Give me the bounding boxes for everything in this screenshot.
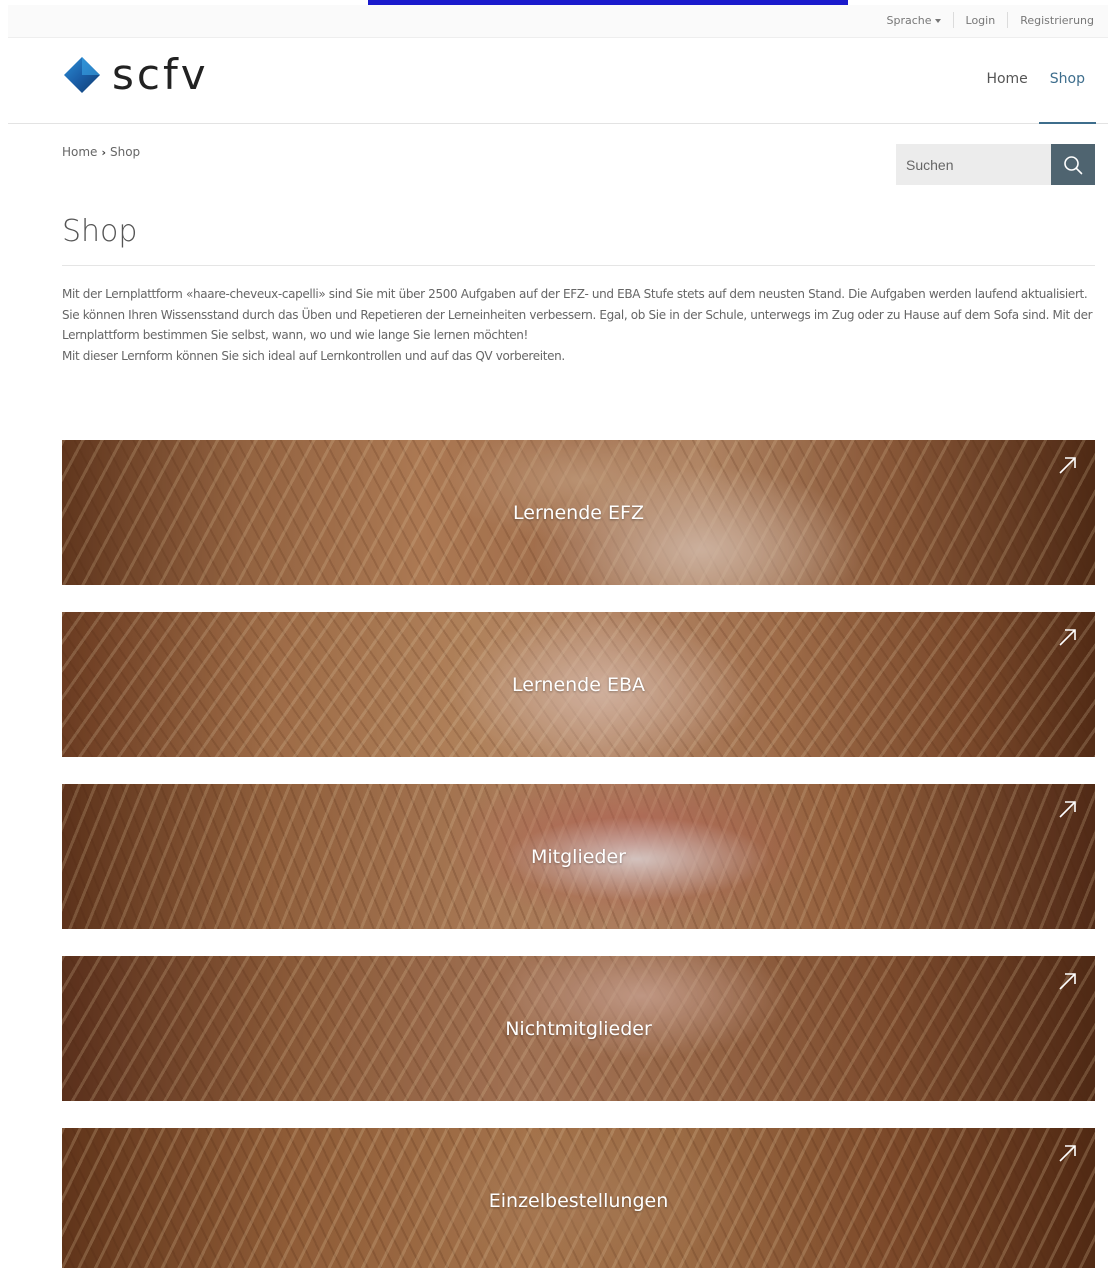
title-divider xyxy=(62,265,1095,266)
page-title: Shop xyxy=(62,214,138,249)
tile-einzelbestellungen[interactable]: Einzelbestellungen xyxy=(62,1128,1095,1268)
caret-down-icon xyxy=(934,18,941,23)
tile-lernende-efz[interactable]: Lernende EFZ xyxy=(62,440,1095,585)
intro-paragraph: Sie können Ihren Wissensstand durch das … xyxy=(62,307,1093,343)
category-tiles: Lernende EFZ Lernende EBA Mitglieder Nic… xyxy=(62,440,1095,1268)
tile-lernende-eba[interactable]: Lernende EBA xyxy=(62,612,1095,757)
tile-mitglieder[interactable]: Mitglieder xyxy=(62,784,1095,929)
utility-bar: Sprache Login Registrierung xyxy=(8,5,1108,38)
arrow-up-right-icon xyxy=(1059,801,1076,818)
main-nav: Home Shop xyxy=(975,38,1096,124)
logo-diamond-icon xyxy=(64,57,100,93)
intro-text: Mit der Lernplattform «haare-cheveux-cap… xyxy=(62,284,1098,366)
logo-text: scfv xyxy=(112,50,209,99)
tile-label: Einzelbestellungen xyxy=(488,1189,669,1212)
search-icon xyxy=(1064,155,1083,174)
search-input[interactable] xyxy=(896,144,1051,185)
logo[interactable]: scfv xyxy=(62,54,209,96)
site-header: scfv Home Shop xyxy=(8,38,1108,124)
tile-label: Lernende EFZ xyxy=(513,501,644,524)
intro-paragraph: Mit der Lernplattform «haare-cheveux-cap… xyxy=(62,287,1088,301)
arrow-up-right-icon xyxy=(1059,457,1076,474)
tile-label: Lernende EBA xyxy=(511,673,646,696)
arrow-up-right-icon xyxy=(1059,629,1076,646)
tile-label: Nichtmitglieder xyxy=(505,1017,652,1040)
search-form xyxy=(896,144,1095,185)
chevron-right-icon: › xyxy=(101,145,106,159)
breadcrumb: Home › Shop xyxy=(62,145,140,159)
login-link[interactable]: Login xyxy=(954,14,1008,27)
breadcrumb-current: Shop xyxy=(109,145,141,159)
breadcrumb-home-link[interactable]: Home xyxy=(62,145,97,159)
intro-paragraph: Mit dieser Lernform können Sie sich idea… xyxy=(62,348,565,363)
utility-nav: Sprache Login Registrierung xyxy=(875,12,1094,28)
language-dropdown[interactable]: Sprache xyxy=(875,14,953,27)
tile-label: Mitglieder xyxy=(531,845,626,868)
arrow-up-right-icon xyxy=(1059,973,1076,990)
register-link[interactable]: Registrierung xyxy=(1008,14,1094,27)
nav-item-home[interactable]: Home xyxy=(975,38,1038,124)
tile-nichtmitglieder[interactable]: Nichtmitglieder xyxy=(62,956,1095,1101)
language-label: Sprache xyxy=(886,13,932,27)
arrow-up-right-icon xyxy=(1059,1145,1076,1162)
nav-item-shop[interactable]: Shop xyxy=(1038,38,1096,124)
search-button[interactable] xyxy=(1051,144,1095,185)
